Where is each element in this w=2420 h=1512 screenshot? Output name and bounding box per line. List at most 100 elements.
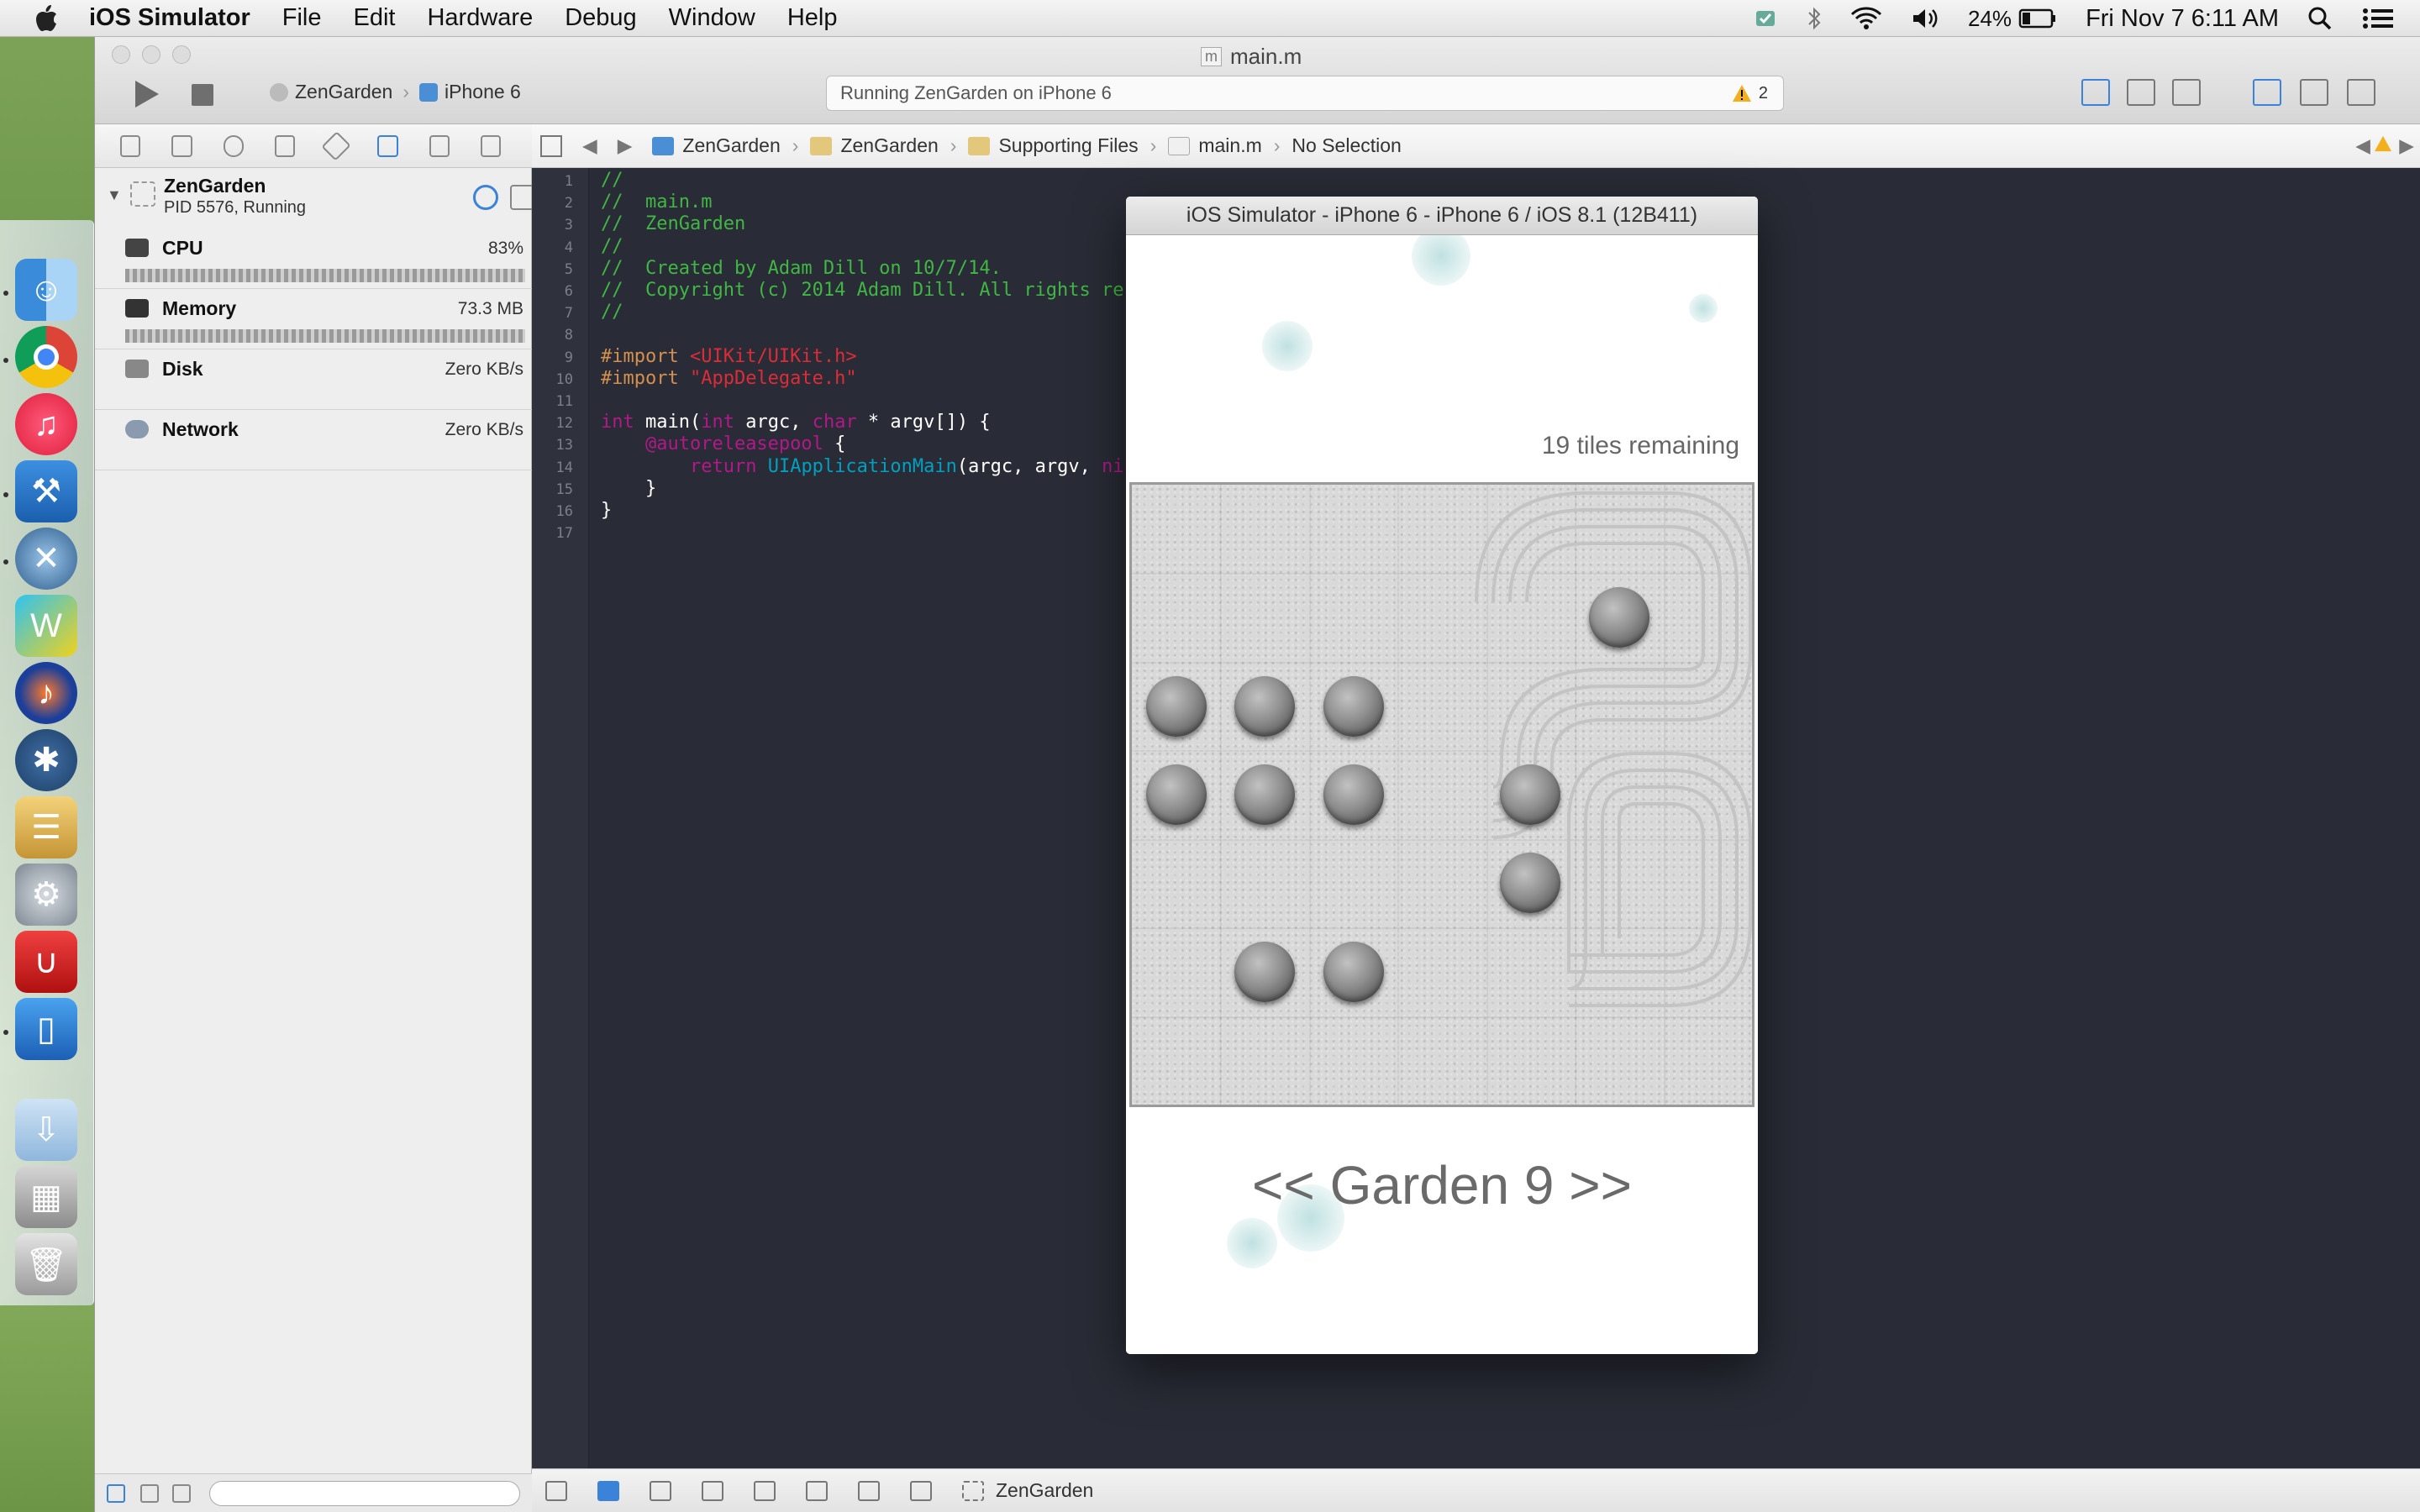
- forward-arrow-icon[interactable]: ▶: [618, 134, 633, 157]
- finder-icon[interactable]: ☺: [15, 259, 77, 321]
- system-preferences-icon[interactable]: ⚙: [15, 864, 77, 926]
- related-items-icon[interactable]: [540, 134, 562, 157]
- menu-window[interactable]: Window: [669, 4, 755, 32]
- code-line[interactable]: //: [601, 236, 623, 258]
- breadcrumb-file[interactable]: main.m: [1168, 134, 1262, 157]
- menu-edit[interactable]: Edit: [354, 4, 396, 32]
- phone-screen[interactable]: 19 tiles remaining << Garden 9 >>: [1126, 235, 1758, 1354]
- sourcetree-icon[interactable]: ✱: [15, 729, 77, 791]
- sequel-pro-icon[interactable]: ☰: [15, 796, 77, 858]
- screenshots-icon[interactable]: ▦: [15, 1166, 77, 1228]
- process-row[interactable]: ▼ ZenGarden PID 5576, Running: [103, 173, 535, 227]
- code-line[interactable]: //: [601, 302, 623, 323]
- navigator-toggle-icon[interactable]: [2253, 79, 2281, 106]
- trash-icon[interactable]: 🗑: [15, 1233, 77, 1295]
- breakpoints-toggle-icon[interactable]: [597, 1480, 619, 1501]
- debug-navigator-icon[interactable]: [377, 134, 398, 157]
- magnet-icon[interactable]: ∪: [15, 931, 77, 993]
- webstorm-icon[interactable]: W: [15, 595, 77, 657]
- scheme-selector[interactable]: ZenGarden › iPhone 6: [270, 81, 521, 103]
- code-line[interactable]: // Created by Adam Dill on 10/7/14.: [601, 258, 1002, 280]
- warning-indicator[interactable]: 2: [1732, 84, 1768, 103]
- code-line[interactable]: @autoreleasepool {: [601, 433, 845, 455]
- gauge-network[interactable]: Network Zero KB/s: [95, 410, 532, 470]
- debug-target-name[interactable]: ZenGarden: [996, 1479, 1093, 1502]
- report-navigator-icon[interactable]: [480, 134, 501, 157]
- find-navigator-icon[interactable]: [223, 134, 244, 157]
- symbol-navigator-icon[interactable]: [171, 134, 192, 157]
- close-window-button[interactable]: [112, 45, 130, 64]
- test-navigator-icon[interactable]: [321, 130, 351, 161]
- volume-icon[interactable]: [1911, 6, 1939, 31]
- version-editor-icon[interactable]: [2172, 79, 2201, 106]
- apple-menu-icon[interactable]: [34, 4, 59, 33]
- simulate-location-icon[interactable]: [910, 1480, 932, 1501]
- status-extension-icon[interactable]: [1753, 6, 1778, 31]
- project-navigator-icon[interactable]: [120, 134, 141, 157]
- menu-debug[interactable]: Debug: [565, 4, 636, 32]
- downloads-icon[interactable]: ⇩: [15, 1099, 77, 1161]
- simulator-title-bar[interactable]: iOS Simulator - iPhone 6 - iPhone 6 / iO…: [1126, 197, 1758, 235]
- breadcrumb-supporting-files[interactable]: Supporting Files: [968, 134, 1139, 157]
- breadcrumb-symbol[interactable]: No Selection: [1292, 134, 1401, 157]
- code-line[interactable]: }: [601, 500, 612, 522]
- show-activity-icon[interactable]: [172, 1484, 191, 1503]
- step-over-icon[interactable]: [702, 1480, 723, 1501]
- audacity-icon[interactable]: ♪: [15, 662, 77, 724]
- gauge-icon[interactable]: [473, 185, 498, 210]
- breadcrumb-group[interactable]: ZenGarden: [810, 134, 939, 157]
- minimize-window-button[interactable]: [142, 45, 160, 64]
- menu-file[interactable]: File: [282, 4, 322, 32]
- gauge-cpu[interactable]: CPU 83%: [95, 228, 532, 289]
- code-line[interactable]: return UIApplicationMain(argc, argv, ni: [601, 456, 1124, 478]
- previous-issue-icon[interactable]: ◀: [2355, 134, 2370, 157]
- garden-selector[interactable]: << Garden 9 >>: [1126, 1154, 1758, 1216]
- chrome-icon[interactable]: [15, 326, 77, 388]
- view-debugger-icon[interactable]: [858, 1480, 880, 1501]
- debug-area-toggle-icon[interactable]: [2300, 79, 2328, 106]
- menu-hardware[interactable]: Hardware: [427, 4, 533, 32]
- notification-center-icon[interactable]: [2361, 6, 2395, 31]
- step-out-icon[interactable]: [806, 1480, 828, 1501]
- run-button[interactable]: [129, 77, 162, 111]
- disclosure-triangle-icon[interactable]: ▼: [107, 186, 122, 204]
- zoom-window-button[interactable]: [172, 45, 191, 64]
- code-line[interactable]: }: [601, 478, 656, 500]
- code-line[interactable]: #import "AppDelegate.h": [601, 368, 857, 390]
- breadcrumb-project[interactable]: ZenGarden: [652, 134, 781, 157]
- utilities-toggle-icon[interactable]: [2347, 79, 2375, 106]
- next-issue-icon[interactable]: ▶: [2399, 134, 2414, 157]
- bluetooth-icon[interactable]: [1807, 6, 1822, 31]
- stop-button[interactable]: [192, 84, 213, 106]
- filter-search-field[interactable]: [209, 1481, 520, 1506]
- show-queues-icon[interactable]: [140, 1484, 159, 1503]
- show-threads-icon[interactable]: [107, 1484, 125, 1503]
- code-line[interactable]: #import <UIKit/UIKit.h>: [601, 346, 857, 368]
- back-arrow-icon[interactable]: ◀: [582, 134, 597, 157]
- zen-garden-board[interactable]: [1129, 482, 1754, 1107]
- code-line[interactable]: // main.m: [601, 192, 712, 213]
- standard-editor-icon[interactable]: [2081, 79, 2110, 106]
- simulator-icon[interactable]: ▯: [15, 998, 77, 1060]
- battery-percent[interactable]: 24%: [1968, 6, 2012, 32]
- gauge-memory[interactable]: Memory 73.3 MB: [95, 289, 532, 349]
- breakpoint-navigator-icon[interactable]: [429, 134, 450, 157]
- code-line[interactable]: // ZenGarden: [601, 213, 745, 235]
- menu-app-name[interactable]: iOS Simulator: [89, 4, 250, 32]
- hide-debug-area-icon[interactable]: [545, 1480, 567, 1501]
- xcode-icon[interactable]: ⚒: [15, 460, 77, 522]
- gauge-disk[interactable]: Disk Zero KB/s: [95, 349, 532, 410]
- spotlight-icon[interactable]: [2307, 6, 2333, 31]
- wifi-icon[interactable]: [1850, 6, 1882, 31]
- code-line[interactable]: int main(int argc, char * argv[]) {: [601, 412, 991, 433]
- issue-navigator-icon[interactable]: [274, 134, 295, 157]
- pause-icon[interactable]: [650, 1480, 671, 1501]
- assistant-editor-icon[interactable]: [2127, 79, 2155, 106]
- warning-icon[interactable]: [2374, 134, 2392, 157]
- step-into-icon[interactable]: [754, 1480, 776, 1501]
- x11-icon[interactable]: ✕: [15, 528, 77, 590]
- clock[interactable]: Fri Nov 7 6:11 AM: [2086, 5, 2279, 33]
- menu-help[interactable]: Help: [787, 4, 838, 32]
- code-line[interactable]: //: [601, 170, 623, 192]
- itunes-icon[interactable]: ♫: [15, 393, 77, 455]
